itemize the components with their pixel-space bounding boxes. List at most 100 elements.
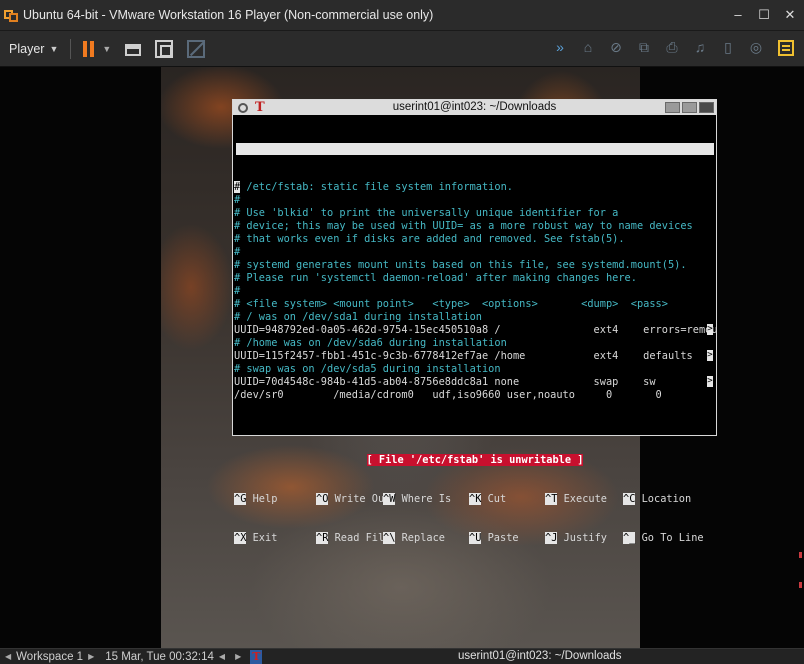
- taskbar-window-title[interactable]: userint01@int023: ~/Downloads: [458, 650, 622, 662]
- window-prev-icon[interactable]: ◀: [219, 652, 225, 661]
- workspace-label[interactable]: Workspace 1: [16, 651, 83, 663]
- shortcut-label: Read File: [328, 532, 391, 544]
- vm-display[interactable]: T userint01@int023: ~/Downloads GNU nano…: [0, 67, 804, 648]
- shortcut-label: Where Is: [395, 493, 452, 505]
- printer-icon[interactable]: ⎙: [664, 39, 680, 56]
- file-line-text: # that works even if disks are added and…: [234, 233, 625, 245]
- shortcut-item: ^K Cut: [469, 493, 506, 506]
- fit-guest-icon[interactable]: [155, 39, 174, 58]
- shortcut-key: ^U: [469, 532, 482, 544]
- shortcut-key: ^\: [383, 532, 396, 544]
- cd-dvd-icon[interactable]: ⊘: [608, 39, 624, 56]
- window-next-icon[interactable]: ▶: [235, 652, 241, 661]
- file-line[interactable]: # / was on /dev/sda1 during installation: [234, 311, 716, 324]
- vmware-title-bar: Ubuntu 64-bit - VMware Workstation 16 Pl…: [0, 0, 804, 31]
- scroll-marker: [799, 552, 802, 558]
- file-line[interactable]: #: [234, 285, 716, 298]
- shortcut-item: ^W Where Is: [383, 493, 451, 506]
- hard-disk-icon[interactable]: ⌂: [580, 39, 596, 56]
- shortcut-label: Location: [635, 493, 692, 505]
- network-adapter-icon[interactable]: ⧉: [636, 39, 652, 56]
- shortcut-key: ^K: [469, 493, 482, 505]
- shortcut-key: ^J: [545, 532, 558, 544]
- clock: 15 Mar, Tue 00:32:14: [105, 650, 214, 663]
- usb-device-icon[interactable]: ▯: [720, 39, 736, 56]
- shortcut-item: ^X Exit: [234, 532, 277, 545]
- shortcut-label: Justify: [557, 532, 608, 544]
- file-line[interactable]: UUID=948792ed-0a05-462d-9754-15ec450510a…: [234, 324, 716, 337]
- file-line[interactable]: #: [234, 194, 716, 207]
- file-line[interactable]: # that works even if disks are added and…: [234, 233, 716, 246]
- shortcut-row: ^X Exit ^R Read File ^\ Replace ^U Paste ^J …: [234, 532, 716, 545]
- shortcut-label: Write Out: [328, 493, 391, 505]
- sound-card-icon[interactable]: ♫: [692, 39, 708, 56]
- camera-icon[interactable]: ◎: [748, 39, 764, 56]
- shortcut-key: ^C: [623, 493, 636, 505]
- file-line-text: # Please run 'systemctl daemon-reload' a…: [234, 272, 637, 284]
- send-ctrl-alt-del-icon[interactable]: [125, 43, 142, 56]
- pause-icon[interactable]: [83, 40, 95, 57]
- file-line[interactable]: # /home was on /dev/sda6 during installa…: [234, 337, 716, 350]
- shortcut-label: Help: [246, 493, 278, 505]
- taskbar-xterm-icon[interactable]: T: [250, 649, 263, 664]
- terminal-title-bar[interactable]: T userint01@int023: ~/Downloads: [233, 100, 716, 115]
- file-line[interactable]: [234, 415, 716, 428]
- shortcut-label: Execute: [557, 493, 608, 505]
- nano-header-bar: GNU nano 5.4 /etc/fstab: [236, 143, 714, 179]
- shortcut-key: ^W: [383, 493, 396, 505]
- shortcut-item: ^T Execute: [545, 493, 607, 506]
- file-line[interactable]: # Please run 'systemctl daemon-reload' a…: [234, 272, 716, 285]
- file-line-text: /etc/fstab: static file system informati…: [240, 181, 513, 193]
- file-line-text: /dev/sr0 /media/cdrom0 udf,iso9660 user,…: [234, 389, 662, 401]
- player-menu-button[interactable]: Player ▼: [9, 42, 58, 56]
- file-line[interactable]: # device; this may be used with UUID= as…: [234, 220, 716, 233]
- file-line[interactable]: # <file system> <mount point> <type> <op…: [234, 298, 716, 311]
- file-line[interactable]: #: [234, 246, 716, 259]
- file-line[interactable]: # /etc/fstab: static file system informa…: [234, 181, 716, 194]
- terminal-window-buttons: [665, 102, 714, 113]
- terminal-maximize-button[interactable]: [682, 102, 697, 113]
- line-overflow-arrow-icon: >: [707, 350, 713, 361]
- nano-editor[interactable]: GNU nano 5.4 /etc/fstab # /etc/fstab: st…: [233, 115, 716, 571]
- unity-mode-icon[interactable]: [187, 39, 206, 58]
- maximize-button[interactable]: ☐: [758, 8, 770, 22]
- file-line-text: # /home was on /dev/sda6 during installa…: [234, 337, 507, 349]
- file-line-text: # systemd generates mount units based on…: [234, 259, 687, 271]
- message-log-icon[interactable]: [778, 40, 794, 56]
- toolbar-divider: [70, 38, 72, 59]
- device-icons: » ⌂ ⊘ ⧉ ⎙ ♫ ▯ ◎: [552, 39, 764, 56]
- close-button[interactable]: ✕: [784, 8, 796, 22]
- shortcut-item: ^C Location: [623, 493, 691, 506]
- file-line-text: # <file system> <mount point> <type> <op…: [234, 298, 668, 310]
- workspace-next-icon[interactable]: ▶: [88, 652, 94, 661]
- file-line-text: # Use 'blkid' to print the universally u…: [234, 207, 619, 219]
- terminal-minimize-button[interactable]: [665, 102, 680, 113]
- shortcut-label: Go To Line: [635, 532, 704, 544]
- file-line[interactable]: UUID=70d4548c-984b-41d5-ab04-8756e8ddc8a…: [234, 376, 716, 389]
- minimize-button[interactable]: –: [732, 8, 744, 22]
- shortcut-item: ^R Read File: [316, 532, 390, 545]
- expand-devices-icon[interactable]: »: [552, 39, 568, 56]
- file-line[interactable]: [234, 402, 716, 415]
- file-line[interactable]: # systemd generates mount units based on…: [234, 259, 716, 272]
- shortcut-key: ^G: [234, 493, 247, 505]
- file-content[interactable]: # /etc/fstab: static file system informa…: [234, 181, 716, 428]
- file-line[interactable]: /dev/sr0 /media/cdrom0 udf,iso9660 user,…: [234, 389, 716, 402]
- nano-version: GNU nano 5.4: [247, 155, 322, 167]
- power-dropdown-icon[interactable]: ▼: [102, 44, 111, 54]
- shortcut-item: ^J Justify: [545, 532, 607, 545]
- shortcut-item: ^_ Go To Line: [623, 532, 704, 545]
- terminal-window[interactable]: T userint01@int023: ~/Downloads GNU nano…: [232, 99, 717, 544]
- file-line[interactable]: UUID=115f2457-fbb1-451c-9c3b-6778412ef7a…: [234, 350, 716, 363]
- file-line[interactable]: # swap was on /dev/sda5 during installat…: [234, 363, 716, 376]
- player-menu-label: Player: [9, 41, 45, 56]
- shortcut-item: ^U Paste: [469, 532, 519, 545]
- chevron-down-icon: ▼: [49, 43, 59, 54]
- line-overflow-arrow-icon: >: [707, 376, 713, 387]
- shortcut-label: Replace: [395, 532, 446, 544]
- file-line[interactable]: # Use 'blkid' to print the universally u…: [234, 207, 716, 220]
- terminal-close-button[interactable]: [699, 102, 714, 113]
- workspace-prev-icon[interactable]: ◀: [5, 652, 11, 661]
- terminal-title: userint01@int023: ~/Downloads: [392, 101, 557, 113]
- window-controls: – ☐ ✕: [732, 8, 796, 22]
